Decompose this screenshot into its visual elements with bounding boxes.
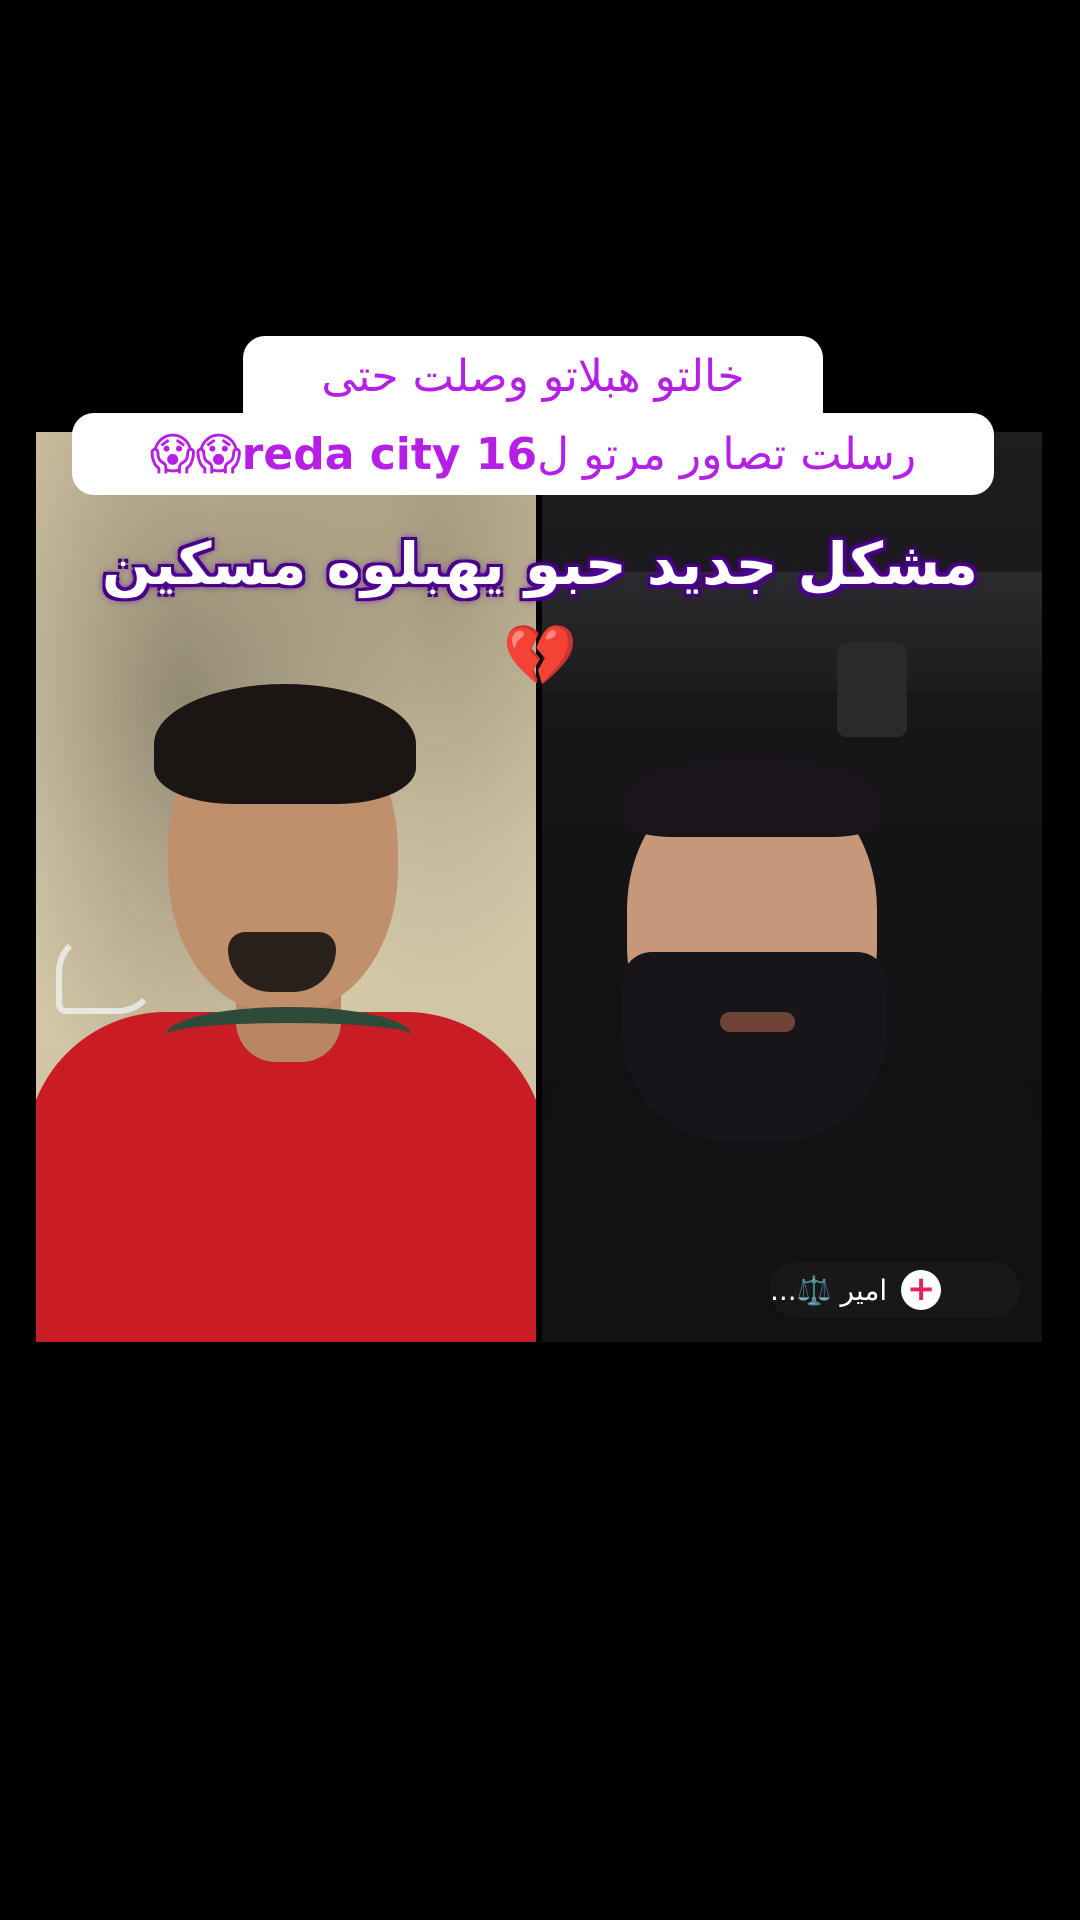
car-handle — [837, 642, 907, 737]
follow-plus-button[interactable]: + — [901, 1270, 942, 1310]
right-person-hair — [622, 757, 882, 837]
right-person-mouth — [720, 1012, 795, 1032]
headline-text: مشكل جديد حبو يهبلوه مسكين — [101, 530, 979, 598]
shirt-collar — [166, 1007, 411, 1063]
right-person-beard — [622, 952, 887, 1142]
scared-face-emoji-icon: 😱😱 — [149, 428, 242, 480]
left-person-hair — [154, 684, 416, 804]
caption-line-2: رسلت تصاور مرتو ل reda city 16 😱😱 — [72, 413, 994, 495]
wall-graffiti — [56, 932, 158, 1014]
caption-line-1: خالتو هبلاتو وصلت حتى — [243, 336, 823, 416]
creator-follow-pill[interactable]: + امير ⚖️... — [770, 1262, 1020, 1318]
caption-line-2-prefix: رسلت تصاور مرتو ل — [537, 428, 917, 480]
caption-handle: reda city 16 — [241, 428, 538, 480]
creator-name[interactable]: امير ⚖️... — [770, 1274, 887, 1307]
broken-heart-icon: 💔 — [502, 621, 578, 691]
caption-line-1-text: خالتو هبلاتو وصلت حتى — [321, 350, 745, 402]
